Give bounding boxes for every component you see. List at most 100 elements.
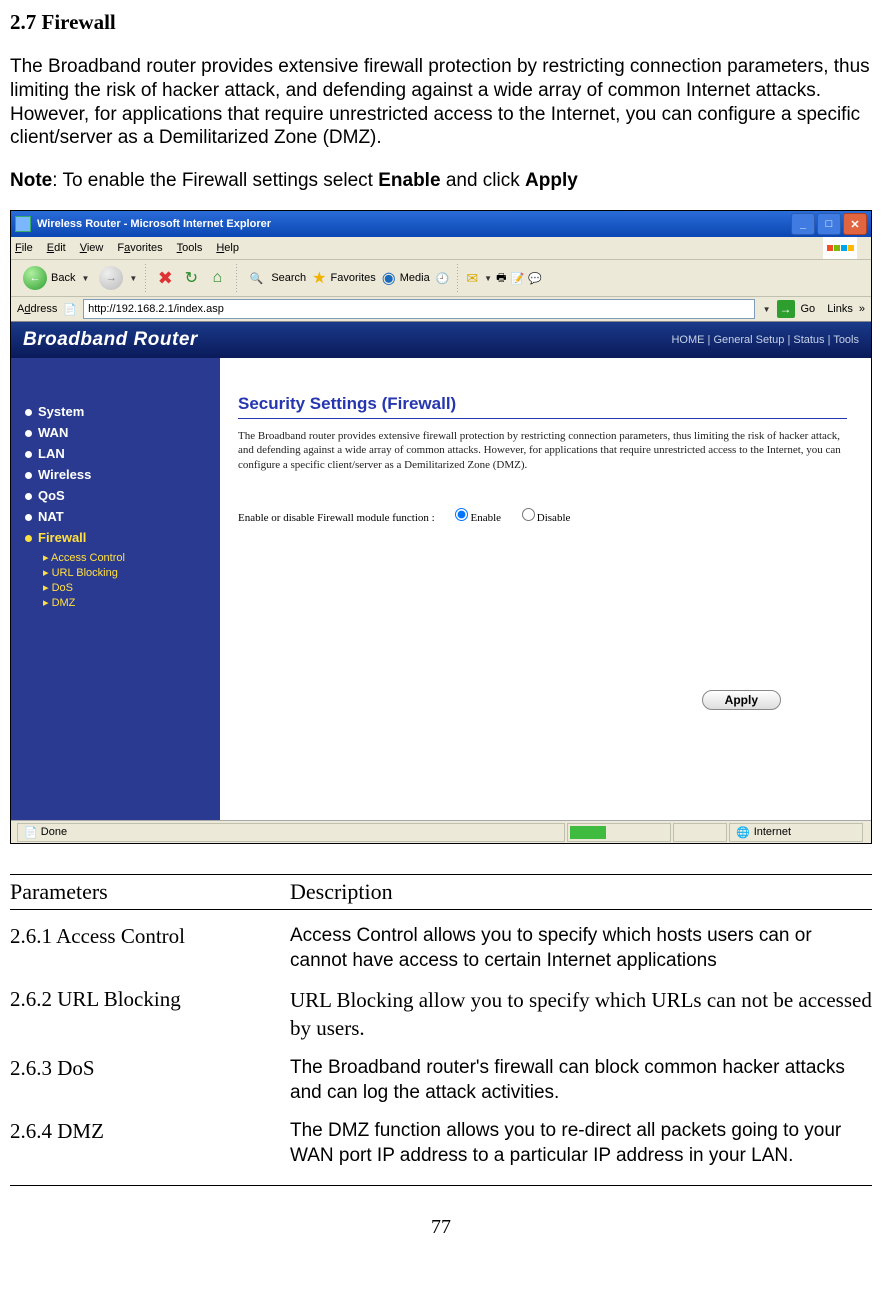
param-desc: The Broadband router's firewall can bloc… xyxy=(290,1056,872,1105)
param-row: 2.6.1 Access Control Access Control allo… xyxy=(10,910,872,973)
disable-radio[interactable] xyxy=(522,508,535,521)
history-icon[interactable]: 🕘 xyxy=(436,272,450,285)
window-titlebar: Wireless Router - Microsoft Internet Exp… xyxy=(11,211,871,237)
router-body: System WAN LAN Wireless QoS NAT Firewall… xyxy=(11,358,871,820)
minimize-button[interactable]: _ xyxy=(791,213,815,235)
menu-file[interactable]: File xyxy=(15,242,33,254)
sidebar-sub-dos[interactable]: DoS xyxy=(43,581,210,594)
note-text-pre: : To enable the Firewall settings select xyxy=(52,170,378,191)
sidebar-sub-url[interactable]: URL Blocking xyxy=(43,566,210,579)
sidebar-item-firewall[interactable]: Firewall xyxy=(25,530,210,545)
back-arrow-icon: ← xyxy=(23,266,47,290)
param-row: 2.6.3 DoS The Broadband router's firewal… xyxy=(10,1042,872,1105)
refresh-icon[interactable]: ↻ xyxy=(180,267,202,289)
progress-bar xyxy=(570,826,606,839)
option-label: Enable or disable Firewall module functi… xyxy=(238,512,435,524)
router-nav-links[interactable]: HOME | General Setup | Status | Tools xyxy=(671,334,859,346)
forward-button[interactable]: → xyxy=(99,266,123,290)
menu-bar: File Edit View Favorites Tools Help xyxy=(11,237,871,260)
note-enable: Enable xyxy=(378,170,440,191)
go-label: Go xyxy=(801,303,816,315)
search-icon[interactable]: 🔍 xyxy=(245,267,267,289)
ie-app-icon xyxy=(15,216,31,232)
note-text-mid: and click xyxy=(441,170,525,191)
enable-label: Enable xyxy=(470,512,501,524)
status-bar: 📄 Done 🌐 Internet xyxy=(11,820,871,843)
status-zone-text: Internet xyxy=(754,826,791,838)
param-name: 2.6.2 URL Blocking xyxy=(10,987,290,1042)
param-header-desc: Description xyxy=(290,879,872,905)
media-label[interactable]: Media xyxy=(400,272,430,284)
sidebar-item-wan[interactable]: WAN xyxy=(25,425,210,440)
page-number: 77 xyxy=(10,1216,872,1239)
table-bottom-rule xyxy=(10,1185,872,1186)
chevron-down-icon[interactable]: ▼ xyxy=(763,305,771,314)
links-expand-icon[interactable]: » xyxy=(859,303,865,315)
router-page-title: Security Settings (Firewall) xyxy=(238,394,847,419)
chevron-down-icon: ▼ xyxy=(484,274,492,283)
go-button[interactable]: → xyxy=(777,300,795,318)
back-label: Back xyxy=(51,272,75,284)
sidebar-item-lan[interactable]: LAN xyxy=(25,446,210,461)
router-brand: Broadband Router xyxy=(23,329,198,351)
favorites-label[interactable]: Favorites xyxy=(331,272,376,284)
param-desc: Access Control allows you to specify whi… xyxy=(290,924,872,973)
status-zone-cell: 🌐 Internet xyxy=(729,823,863,842)
menu-help[interactable]: Help xyxy=(216,242,239,254)
address-input[interactable] xyxy=(83,299,755,319)
mail-icon[interactable]: ✉ xyxy=(466,270,478,287)
chevron-down-icon: ▼ xyxy=(129,274,137,283)
status-empty-cell xyxy=(673,823,727,842)
search-label[interactable]: Search xyxy=(271,272,306,284)
router-sidebar: System WAN LAN Wireless QoS NAT Firewall… xyxy=(11,358,220,820)
router-header: Broadband Router HOME | General Setup | … xyxy=(11,322,871,358)
intro-paragraph: The Broadband router provides extensive … xyxy=(10,55,872,150)
menu-tools[interactable]: Tools xyxy=(177,242,203,254)
edit-icon[interactable]: 📝 xyxy=(510,272,524,285)
media-icon[interactable]: ◉ xyxy=(382,268,396,288)
maximize-button[interactable]: □ xyxy=(817,213,841,235)
param-row: 2.6.4 DMZ The DMZ function allows you to… xyxy=(10,1105,872,1168)
sidebar-item-wireless[interactable]: Wireless xyxy=(25,467,210,482)
parameters-table: Parameters Description 2.6.1 Access Cont… xyxy=(10,874,872,1186)
note-apply: Apply xyxy=(525,170,578,191)
close-button[interactable]: ✕ xyxy=(843,213,867,235)
discuss-icon[interactable]: 💬 xyxy=(528,272,542,285)
windows-logo-icon xyxy=(823,237,857,259)
enable-radio[interactable] xyxy=(455,508,468,521)
apply-button[interactable]: Apply xyxy=(702,690,781,710)
router-main: Security Settings (Firewall) The Broadba… xyxy=(220,358,871,820)
note-paragraph: Note: To enable the Firewall settings se… xyxy=(10,170,872,192)
note-label: Note xyxy=(10,170,52,191)
menu-edit[interactable]: Edit xyxy=(47,242,66,254)
links-label[interactable]: Links xyxy=(827,303,853,315)
sidebar-item-nat[interactable]: NAT xyxy=(25,509,210,524)
status-done-text: Done xyxy=(41,826,67,838)
chevron-down-icon: ▼ xyxy=(81,274,89,283)
menu-favorites[interactable]: Favorites xyxy=(117,242,162,254)
page-done-icon: 📄 xyxy=(24,826,38,839)
param-row: 2.6.2 URL Blocking URL Blocking allow yo… xyxy=(10,973,872,1042)
param-desc: URL Blocking allow you to specify which … xyxy=(290,987,872,1042)
back-button[interactable]: ← Back ▼ xyxy=(17,264,95,292)
router-page-desc: The Broadband router provides extensive … xyxy=(238,429,847,472)
param-name: 2.6.3 DoS xyxy=(10,1056,290,1105)
firewall-option-row: Enable or disable Firewall module functi… xyxy=(238,508,847,524)
status-done-cell: 📄 Done xyxy=(17,823,565,842)
favorites-icon[interactable]: ★ xyxy=(312,268,326,288)
stop-icon[interactable]: ✖ xyxy=(154,267,176,289)
progress-cell xyxy=(567,823,671,842)
sidebar-item-system[interactable]: System xyxy=(25,404,210,419)
print-icon[interactable]: 🖶 xyxy=(496,269,506,288)
toolbar: ← Back ▼ → ▼ ✖ ↻ ⌂ 🔍 Search ★ Favorites … xyxy=(11,260,871,297)
menu-view[interactable]: View xyxy=(80,242,104,254)
home-icon[interactable]: ⌂ xyxy=(206,267,228,289)
param-header-row: Parameters Description xyxy=(10,874,872,910)
window-title: Wireless Router - Microsoft Internet Exp… xyxy=(37,218,271,230)
sidebar-item-qos[interactable]: QoS xyxy=(25,488,210,503)
sidebar-sub-access[interactable]: Access Control xyxy=(43,551,210,564)
page-icon: 📄 xyxy=(63,303,77,316)
disable-label: Disable xyxy=(537,512,571,524)
browser-screenshot: Wireless Router - Microsoft Internet Exp… xyxy=(10,210,872,844)
sidebar-sub-dmz[interactable]: DMZ xyxy=(43,596,210,609)
